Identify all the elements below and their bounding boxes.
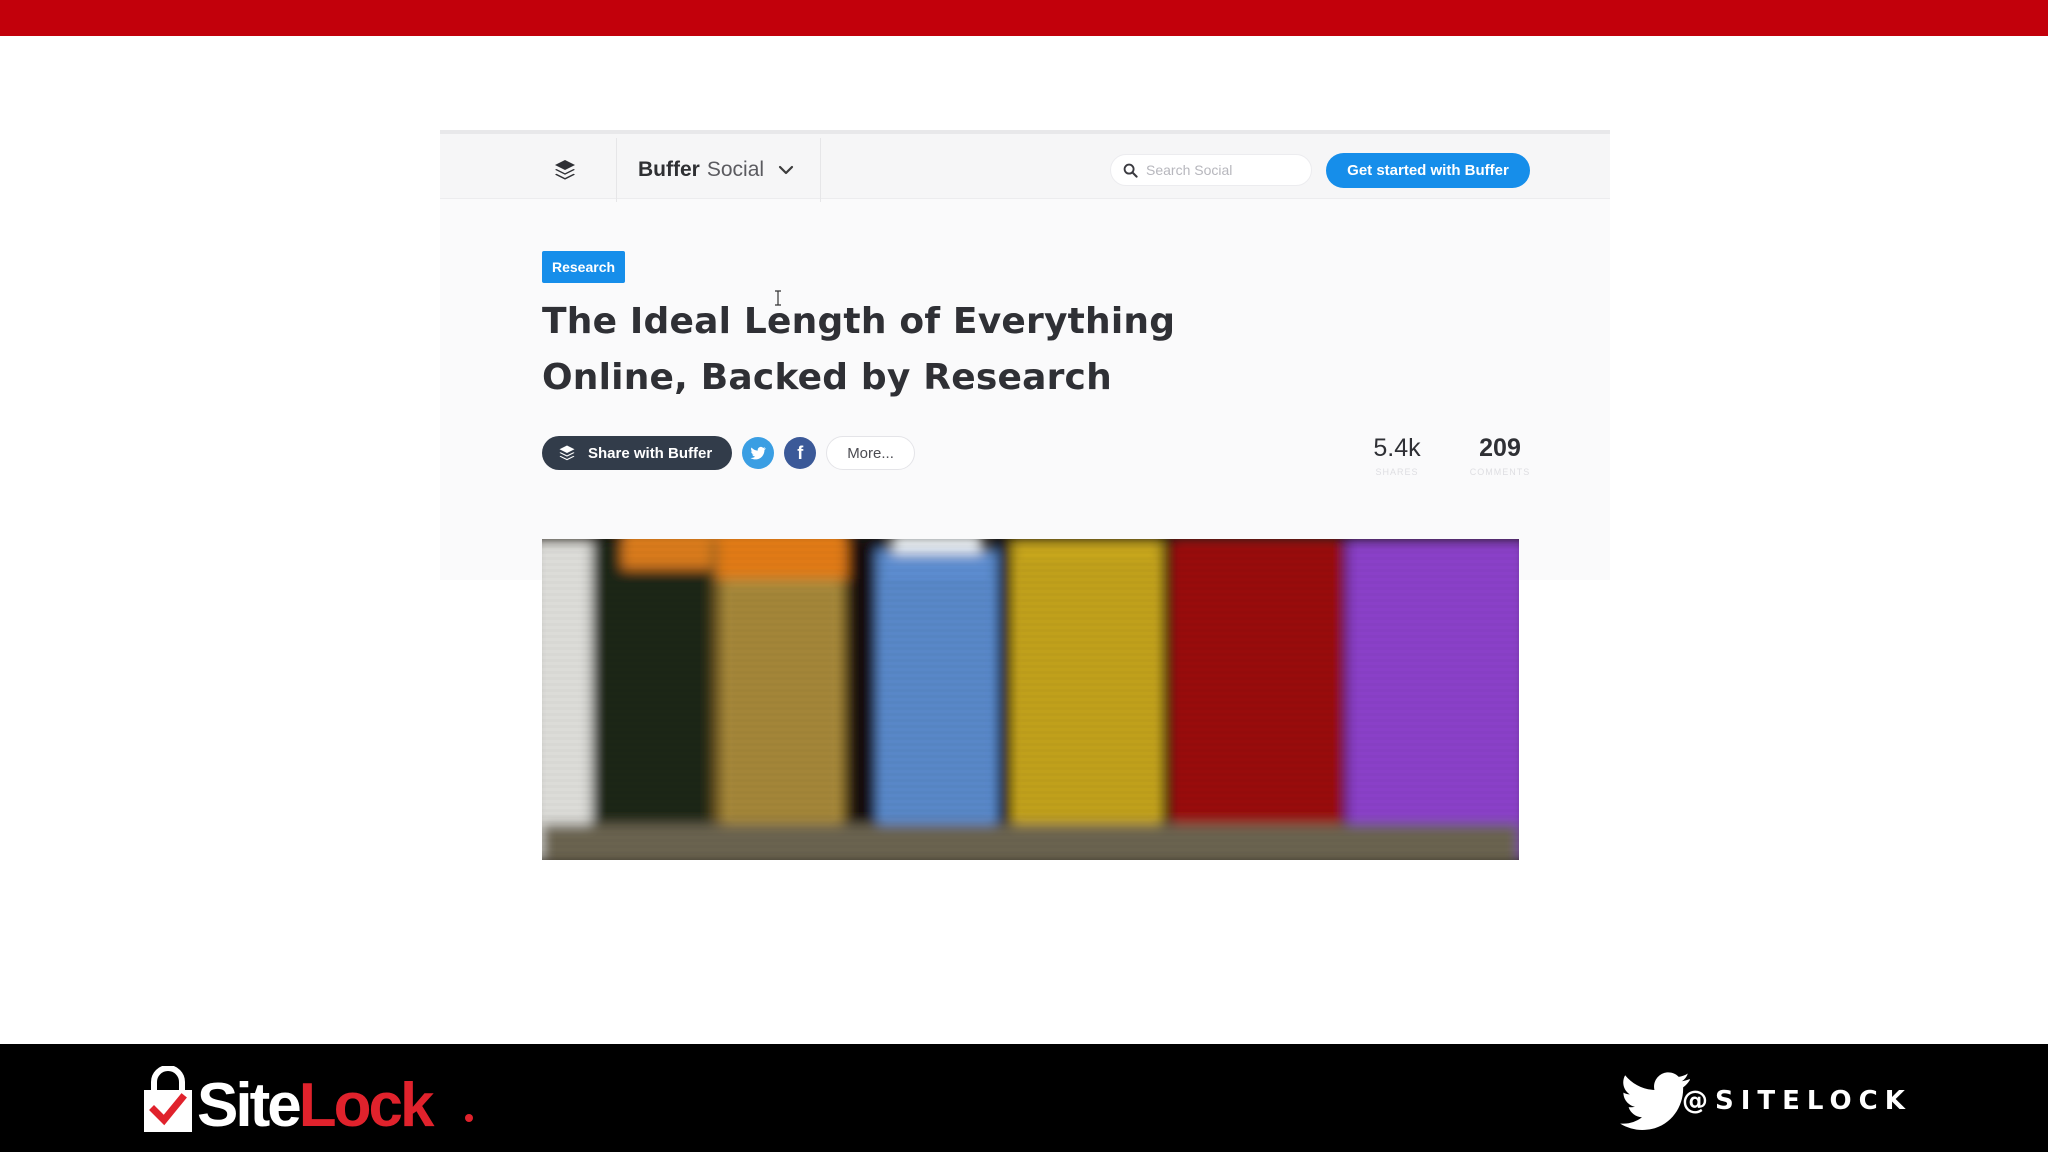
top-red-bar — [0, 0, 2048, 36]
twitter-share-button[interactable] — [742, 437, 775, 469]
brand-name-light: Social — [706, 158, 765, 181]
comments-count[interactable]: 209 comments — [1460, 434, 1540, 477]
share-bar: Share with Buffer f More... — [542, 436, 915, 470]
sitelock-wordmark: SiteLock — [197, 1071, 435, 1141]
buffer-blog-screenshot: Buffer Social Get started with Buffer Re… — [440, 130, 1610, 580]
brand-name-bold: Buffer — [638, 158, 700, 181]
search-input[interactable] — [1146, 162, 1296, 178]
twitter-handle-text: @SITELOCK — [1682, 1086, 1912, 1116]
comments-label: comments — [1469, 467, 1531, 477]
twitter-bird-icon — [1620, 1072, 1690, 1130]
hero-image-thread-spools — [542, 539, 1519, 860]
buffer-stack-icon — [559, 445, 575, 461]
shares-value: 5.4k — [1373, 434, 1421, 462]
twitter-handle: @SITELOCK — [1620, 1066, 1912, 1136]
wordmark-site: Site — [197, 1071, 302, 1140]
search-icon — [1123, 163, 1138, 178]
search-box[interactable] — [1110, 154, 1312, 186]
facebook-icon: f — [797, 442, 804, 463]
share-with-buffer-button[interactable]: Share with Buffer — [542, 436, 733, 470]
facebook-share-button[interactable]: f — [784, 437, 817, 469]
get-started-button[interactable]: Get started with Buffer — [1326, 153, 1530, 188]
wordmark-lock: Lock — [298, 1071, 435, 1140]
article-title: The Ideal Length of Everything Online, B… — [542, 301, 1176, 398]
chevron-down-icon — [778, 165, 794, 175]
text-cursor-icon — [775, 290, 781, 306]
shares-count: 5.4k shares — [1360, 434, 1434, 477]
shares-label: shares — [1375, 467, 1419, 477]
registered-mark — [465, 1114, 473, 1122]
padlock-check-icon — [144, 1066, 192, 1132]
thread-spools-illustration — [542, 539, 1519, 860]
twitter-icon — [750, 446, 767, 460]
presentation-footer: SiteLock @SITELOCK — [0, 1044, 2048, 1152]
blog-nav-bar: Buffer Social Get started with Buffer — [440, 130, 1610, 202]
sitelock-logo: SiteLock — [140, 1062, 480, 1142]
more-share-button[interactable]: More... — [826, 436, 915, 470]
nav-divider — [820, 138, 821, 202]
nav-divider — [616, 138, 617, 202]
buffer-stack-icon[interactable] — [553, 158, 577, 182]
brand-dropdown[interactable]: Buffer Social — [638, 156, 798, 184]
share-button-label: Share with Buffer — [588, 444, 713, 462]
comments-value: 209 — [1479, 434, 1521, 462]
category-tag-research[interactable]: Research — [542, 251, 626, 283]
